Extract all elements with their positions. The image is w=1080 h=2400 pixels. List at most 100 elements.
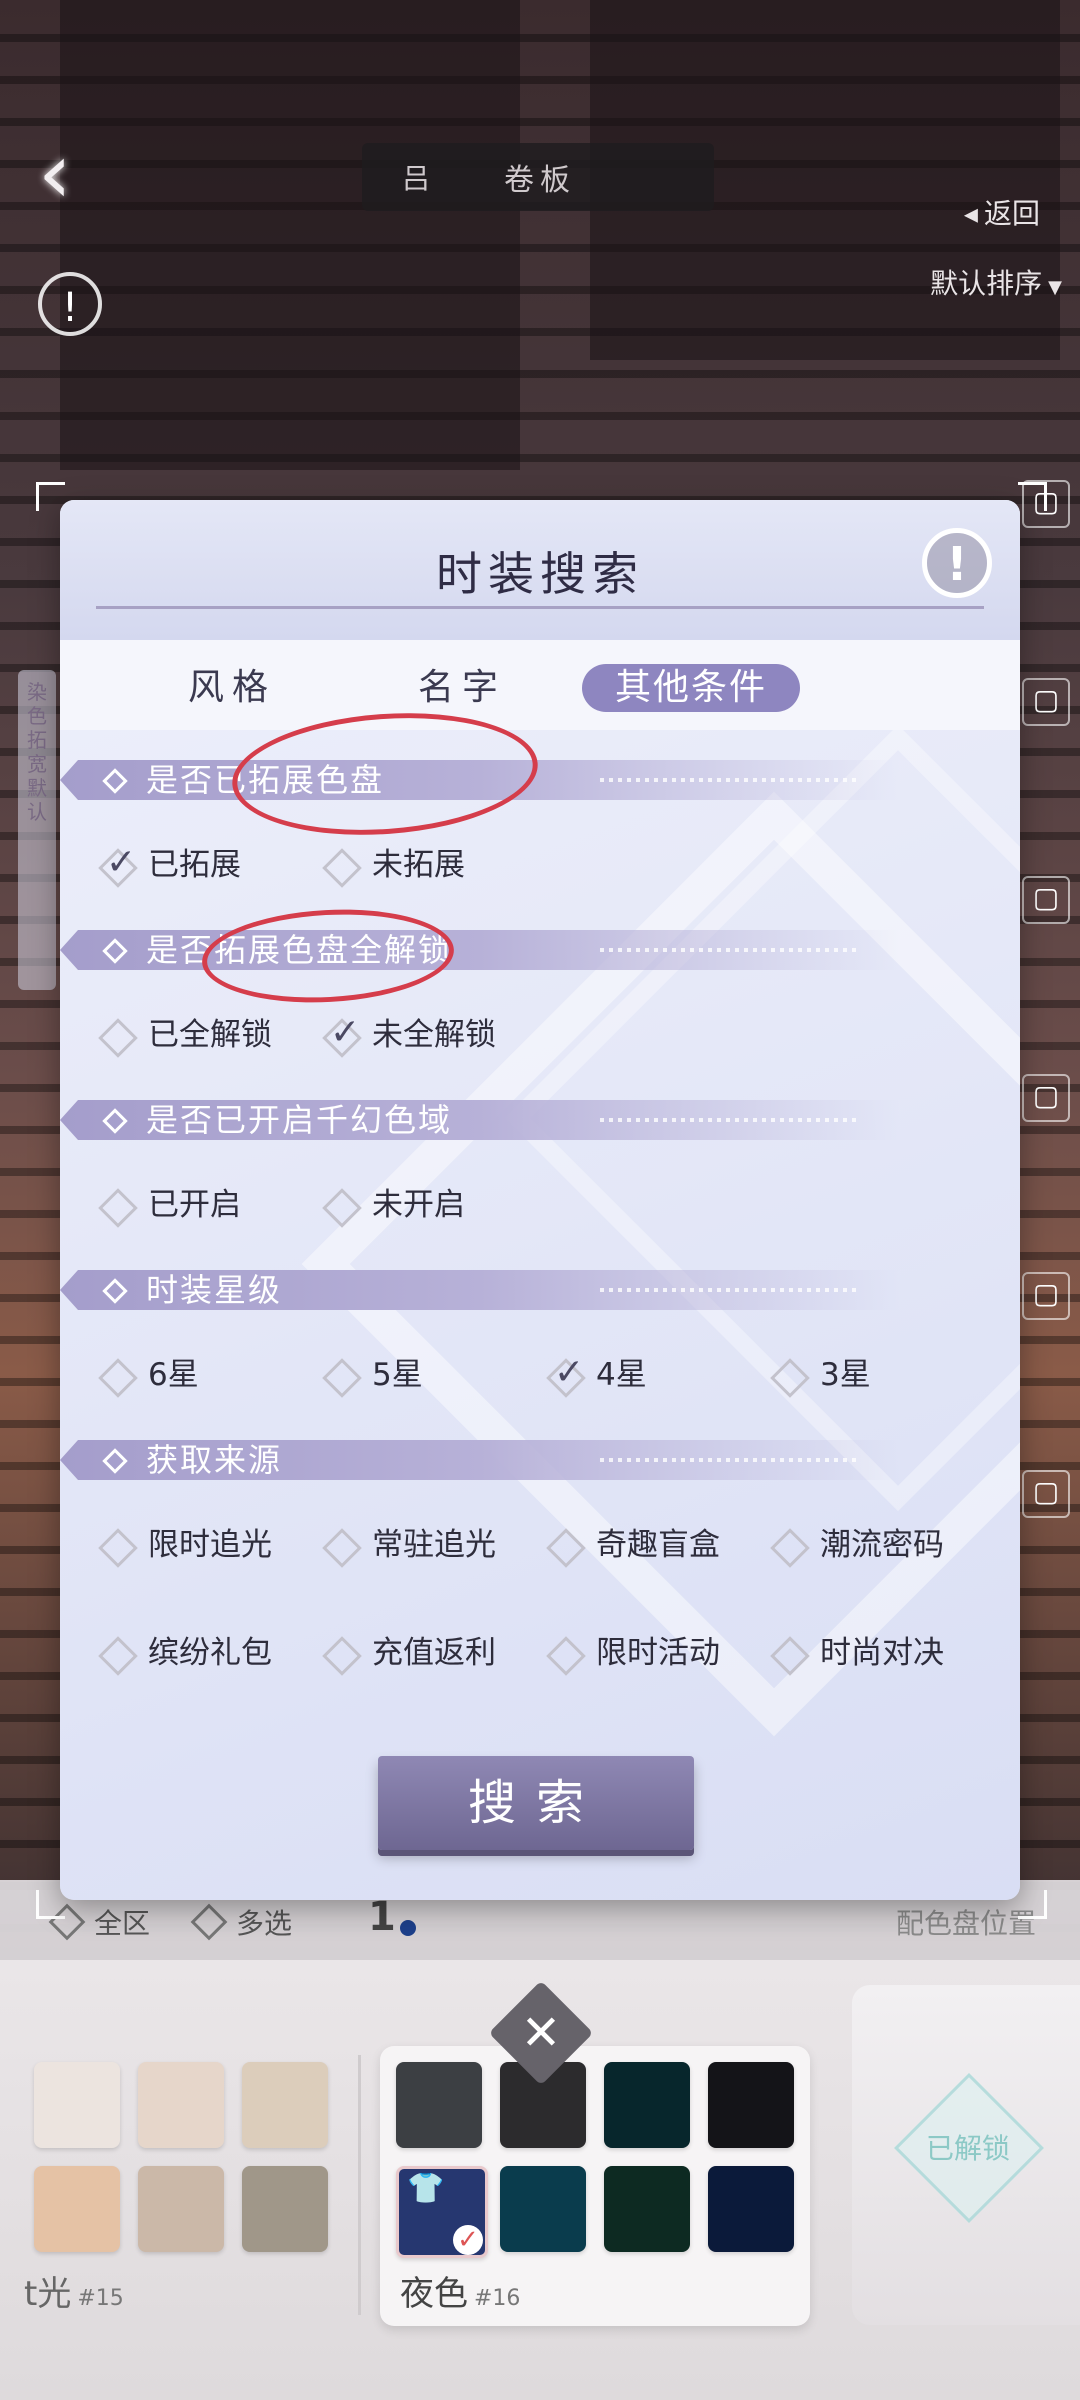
info-icon[interactable]: ! bbox=[38, 272, 102, 336]
section-title: 获取来源 bbox=[146, 1441, 283, 1479]
option-label: 潮流密码 bbox=[820, 1527, 944, 1563]
color-swatch[interactable] bbox=[604, 2062, 690, 2148]
option-label: 4星 bbox=[596, 1357, 647, 1393]
option-label: 未全解锁 bbox=[372, 1017, 496, 1053]
checkbox-diamond bbox=[322, 1636, 362, 1676]
color-swatch[interactable] bbox=[138, 2062, 224, 2148]
checkbox-diamond bbox=[546, 1636, 586, 1676]
check-icon: ✓ bbox=[453, 2225, 483, 2255]
checkbox-diamond bbox=[98, 1528, 138, 1568]
color-swatch[interactable] bbox=[242, 2062, 328, 2148]
diamond-icon bbox=[102, 1108, 128, 1134]
checkbox-diamond bbox=[98, 1188, 138, 1228]
section-header: 是否拓展色盘全解锁 bbox=[60, 930, 900, 970]
palette-group-name: t光 bbox=[24, 2274, 72, 2314]
option-label: 限时活动 bbox=[596, 1635, 720, 1671]
color-swatch[interactable] bbox=[708, 2166, 794, 2252]
option-label: 已拓展 bbox=[148, 847, 241, 883]
option-label: 未开启 bbox=[372, 1187, 465, 1223]
unlocked-card[interactable]: 已解锁 bbox=[852, 1985, 1080, 2325]
checkmark-icon: ✓ bbox=[106, 842, 137, 883]
annotation-circle bbox=[199, 903, 457, 1009]
option-label: 未拓展 bbox=[372, 847, 465, 883]
modal-header: 时装搜索 ! bbox=[60, 500, 1020, 640]
frame-corner bbox=[1018, 1890, 1047, 1919]
title-divider bbox=[96, 606, 984, 609]
option-label: 3星 bbox=[820, 1357, 871, 1393]
option-label: 5星 bbox=[372, 1357, 423, 1393]
option-label: 已开启 bbox=[148, 1187, 241, 1223]
modal-title: 时装搜索 bbox=[436, 547, 644, 601]
section-title: 时装星级 bbox=[146, 1271, 283, 1309]
tab-other-conditions[interactable]: 其他条件 bbox=[582, 664, 800, 712]
checkbox-diamond bbox=[322, 1358, 362, 1398]
diamond-icon bbox=[102, 1278, 128, 1304]
option-label: 充值返利 bbox=[372, 1635, 496, 1671]
item-icon[interactable]: ▢ bbox=[1022, 876, 1070, 924]
checkbox-diamond bbox=[322, 1528, 362, 1568]
item-icon[interactable]: ▢ bbox=[1022, 678, 1070, 726]
dotted-line bbox=[600, 1118, 860, 1122]
color-swatch[interactable] bbox=[604, 2166, 690, 2252]
window-blind bbox=[60, 0, 520, 470]
return-label: 返回 bbox=[983, 197, 1040, 230]
option-label: 常驻追光 bbox=[372, 1527, 496, 1563]
diamond-icon bbox=[102, 1448, 128, 1474]
color-swatch[interactable] bbox=[396, 2062, 482, 2148]
tab-style[interactable]: 风格 bbox=[188, 664, 276, 712]
filter-all[interactable]: 全区 bbox=[48, 1902, 151, 1942]
location-label: 卷板 bbox=[504, 163, 576, 198]
palette-position-label[interactable]: 配色盘位置 bbox=[896, 1902, 1036, 1942]
color-swatch[interactable] bbox=[708, 2062, 794, 2148]
palette-divider bbox=[358, 2055, 361, 2315]
color-swatch[interactable] bbox=[500, 2166, 586, 2252]
option-label: 奇趣盲盒 bbox=[596, 1527, 720, 1563]
frame-corner bbox=[1018, 482, 1047, 511]
back-arrow-icon[interactable]: ‹ bbox=[38, 128, 98, 218]
color-swatch[interactable] bbox=[34, 2062, 120, 2148]
tab-bar: 风格 名字 其他条件 bbox=[60, 640, 1020, 730]
option-label: 时尚对决 bbox=[820, 1635, 944, 1671]
checkmark-icon: ✓ bbox=[330, 1012, 361, 1053]
section-header: 获取来源 bbox=[60, 1440, 900, 1480]
section-header: 时装星级 bbox=[60, 1270, 900, 1310]
sort-dropdown[interactable]: 默认排序 ▼ bbox=[930, 262, 1062, 302]
shirt-icon: 👕 bbox=[407, 2171, 445, 2206]
dotted-line bbox=[600, 1288, 860, 1292]
dotted-line bbox=[600, 948, 860, 952]
item-icon[interactable]: ▢ bbox=[1022, 1272, 1070, 1320]
caret-down-icon: ▼ bbox=[1048, 277, 1062, 298]
color-swatch[interactable] bbox=[138, 2166, 224, 2252]
item-icon[interactable]: ▢ bbox=[1022, 1470, 1070, 1518]
diamond-icon bbox=[102, 768, 128, 794]
item-icon[interactable]: ▢ bbox=[1022, 1074, 1070, 1122]
diamond-icon bbox=[190, 1903, 228, 1941]
side-strip: 染色拓宽 默认 bbox=[18, 670, 56, 990]
search-button[interactable]: 搜索 bbox=[378, 1756, 694, 1850]
help-icon[interactable]: ! bbox=[922, 528, 992, 598]
checkbox-diamond bbox=[322, 848, 362, 888]
checkbox-diamond bbox=[98, 1018, 138, 1058]
checkmark-icon: ✓ bbox=[554, 1352, 585, 1393]
palette-group-number: #15 bbox=[77, 2286, 124, 2311]
filter-multi[interactable]: 多选 bbox=[190, 1902, 293, 1942]
return-button[interactable]: ◂ 返回 bbox=[964, 192, 1040, 232]
option-label: 限时追光 bbox=[148, 1527, 272, 1563]
filter-all-label: 全区 bbox=[94, 1907, 151, 1940]
tab-name[interactable]: 名字 bbox=[418, 664, 506, 712]
dotted-line bbox=[600, 778, 860, 782]
palette-group-label: t光 #15 bbox=[24, 2266, 124, 2315]
return-arrow-icon: ◂ bbox=[963, 197, 978, 230]
filter-multi-label: 多选 bbox=[236, 1907, 293, 1940]
color-swatch-selected[interactable]: 👕 ✓ bbox=[396, 2166, 488, 2258]
search-modal: 时装搜索 ! 风格 名字 其他条件 是否已拓展色盘 ✓ 已拓展 未拓展 是否拓展… bbox=[60, 500, 1020, 1900]
close-icon[interactable]: ✕ bbox=[504, 1996, 578, 2070]
color-swatch[interactable] bbox=[242, 2166, 328, 2252]
page-dot bbox=[400, 1920, 416, 1936]
color-swatch[interactable] bbox=[34, 2166, 120, 2252]
side-strip-text: 染色拓宽 默认 bbox=[27, 680, 47, 824]
checkbox-diamond bbox=[98, 1636, 138, 1676]
frame-corner bbox=[36, 1890, 65, 1919]
section-header: 是否已开启千幻色域 bbox=[60, 1100, 900, 1140]
unlocked-label: 已解锁 bbox=[925, 2132, 1010, 2165]
